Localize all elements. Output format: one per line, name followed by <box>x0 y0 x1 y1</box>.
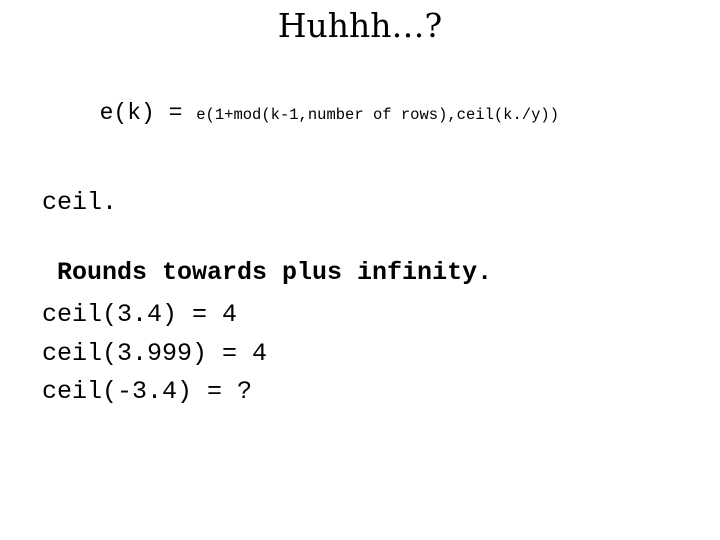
example-list: ceil(3.4) = 4 ceil(3.999) = 4 ceil(-3.4)… <box>42 296 267 412</box>
formula-right-hand-side: e(1+mod(k-1,number of rows),ceil(k./y)) <box>196 106 559 124</box>
formula-line: e(k) = e(1+mod(k-1,number of rows),ceil(… <box>42 62 559 166</box>
slide-canvas: Huhhh…? e(k) = e(1+mod(k-1,number of row… <box>0 0 720 540</box>
function-name-heading: ceil. <box>42 188 118 217</box>
list-item: ceil(3.4) = 4 <box>42 300 238 329</box>
function-description: Rounds towards plus infinity. <box>42 258 493 287</box>
formula-left-hand-side: e(k) = <box>99 100 197 126</box>
slide-title: Huhhh…? <box>277 6 443 45</box>
list-item: ceil(-3.4) = ? <box>42 377 253 406</box>
list-item: ceil(3.999) = 4 <box>42 338 268 368</box>
